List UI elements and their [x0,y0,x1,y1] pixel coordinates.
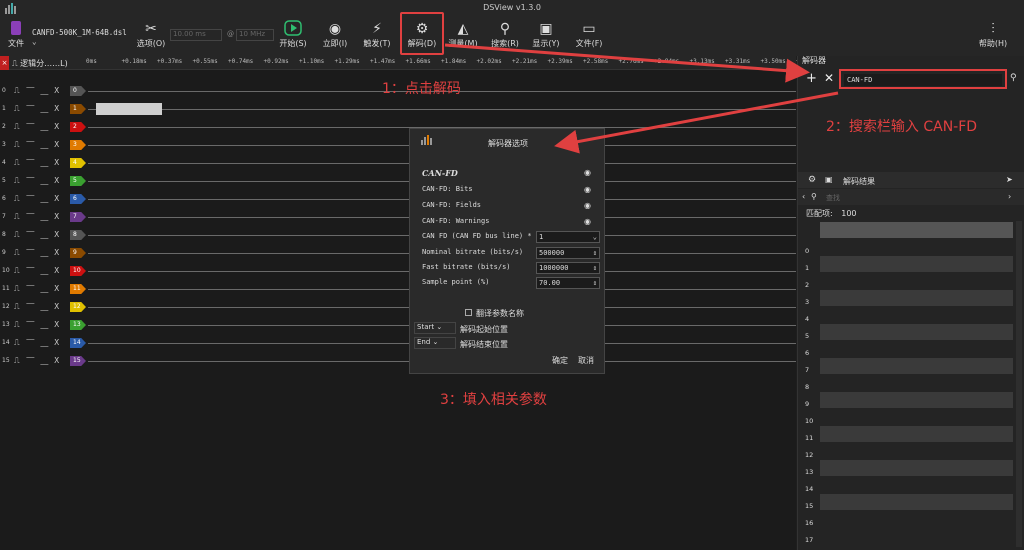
annotation-step-1: 1：点击解码 [382,81,461,97]
annotation-step-2: 2：搜索栏输入 CAN-FD [826,119,978,135]
signal-burst [96,103,162,115]
annotation-arrows [444,43,839,154]
annotation-step-3: 3：填入相关参数 [440,392,547,408]
